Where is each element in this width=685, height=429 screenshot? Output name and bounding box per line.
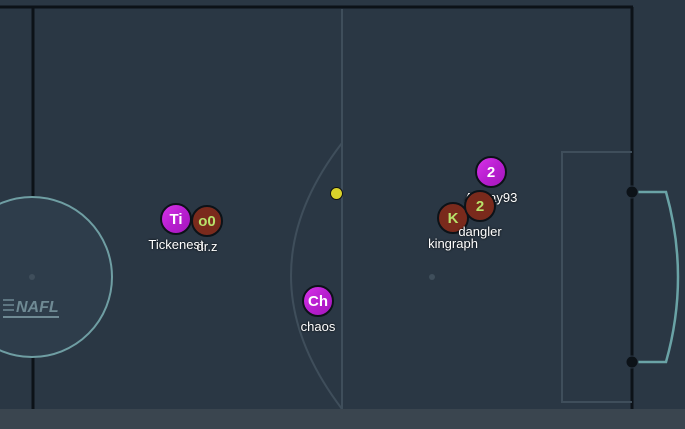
player-nick: dr.z [196, 239, 218, 254]
player-nick: Tickenest [148, 237, 204, 252]
player-avatar: Ti [160, 203, 192, 235]
ball [330, 187, 343, 200]
goal-post-top [625, 185, 639, 199]
player-avatar: 2 [475, 156, 507, 188]
penalty-arc [290, 142, 343, 410]
player-chaos: Ch chaos [301, 285, 335, 334]
player-dangler: 2 dangler [458, 190, 502, 239]
player-avatar: o0 [191, 205, 223, 237]
player-avatar: Ch [302, 285, 334, 317]
center-spot [29, 274, 35, 280]
player-nick: dangler [458, 224, 502, 239]
player-drz: o0 dr.z [191, 205, 223, 254]
goal-post-bottom [625, 355, 639, 369]
player-nick: chaos [300, 319, 336, 334]
game-field: NAFL [0, 5, 680, 410]
player-avatar: 2 [464, 190, 496, 222]
penalty-spot [429, 274, 435, 280]
goal-net [632, 190, 680, 364]
bottom-bar [0, 409, 685, 429]
center-circle [0, 196, 113, 358]
goal-area-box [561, 151, 632, 403]
player-ajday93: 2 AJDay93 [465, 156, 517, 205]
player-tickenest: Ti Tickenest [148, 203, 204, 252]
logo-text: NAFL [16, 299, 59, 316]
